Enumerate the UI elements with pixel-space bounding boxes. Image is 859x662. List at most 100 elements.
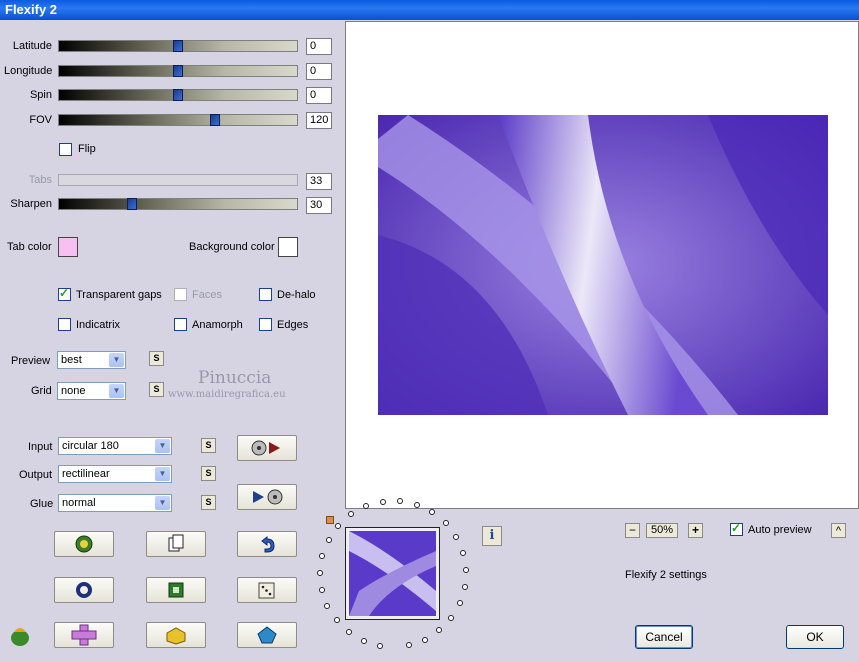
watermark-url: www.maidiregrafica.eu: [168, 389, 286, 400]
input-to-output-button[interactable]: [237, 435, 297, 461]
navigator-dot[interactable]: [319, 552, 326, 559]
grid-save-button[interactable]: S: [149, 382, 164, 397]
indicatrix-checkbox[interactable]: [58, 318, 71, 331]
longitude-label: Longitude: [4, 65, 53, 77]
preview-select[interactable]: best ▼: [57, 351, 126, 369]
glue-save-button[interactable]: S: [201, 495, 216, 510]
cancel-button[interactable]: Cancel: [635, 625, 693, 649]
fov-slider[interactable]: [58, 114, 298, 126]
sharpen-slider-thumb[interactable]: [127, 198, 137, 210]
preview-pane[interactable]: [345, 21, 859, 509]
auto-preview-label: Auto preview: [748, 524, 812, 536]
undo-button[interactable]: [237, 531, 297, 557]
navigator-dot[interactable]: [452, 533, 459, 540]
fov-input[interactable]: 120: [306, 112, 332, 129]
grid-select[interactable]: none ▼: [57, 382, 126, 400]
square-shape-button[interactable]: [146, 577, 206, 603]
navigator-dot[interactable]: [448, 614, 455, 621]
navigator-dot[interactable]: [456, 600, 463, 607]
spin-input[interactable]: 0: [306, 87, 332, 104]
de-halo-checkbox[interactable]: [259, 288, 272, 301]
transparent-gaps-label: Transparent gaps: [76, 289, 162, 301]
tabs-input[interactable]: 33: [306, 173, 332, 190]
sharpen-slider[interactable]: [58, 198, 298, 210]
input-select[interactable]: circular 180 ▼: [58, 437, 172, 455]
input-select-value: circular 180: [62, 440, 119, 452]
navigator-dot[interactable]: [429, 509, 436, 516]
sharpen-label: Sharpen: [10, 198, 52, 210]
navigator-handle[interactable]: [326, 516, 334, 524]
background-color-swatch[interactable]: [278, 237, 298, 257]
navigator-dot[interactable]: [459, 549, 466, 556]
navigator-dot[interactable]: [324, 603, 331, 609]
output-to-input-button[interactable]: [237, 484, 297, 510]
navigator-dot[interactable]: [461, 583, 468, 590]
navigator-dot[interactable]: [422, 636, 428, 643]
fov-label: FOV: [29, 114, 52, 126]
square-icon: [168, 582, 184, 598]
dice-button[interactable]: [237, 577, 297, 603]
spin-slider[interactable]: [58, 89, 298, 101]
navigator-dot[interactable]: [413, 501, 420, 508]
transparent-gaps-checkbox[interactable]: [58, 286, 71, 301]
longitude-input[interactable]: 0: [306, 63, 332, 80]
navigator-dot[interactable]: [317, 569, 323, 576]
output-save-button[interactable]: S: [201, 466, 216, 481]
longitude-slider[interactable]: [58, 65, 298, 77]
collapse-button[interactable]: ^: [831, 523, 846, 538]
edges-checkbox[interactable]: [259, 318, 272, 331]
cross-shape-button[interactable]: [54, 622, 114, 648]
longitude-slider-thumb[interactable]: [173, 65, 183, 77]
disc-arrow-icon: [251, 440, 280, 456]
sharpen-input[interactable]: 30: [306, 197, 332, 214]
navigator-dot[interactable]: [360, 637, 367, 644]
navigator-dot[interactable]: [325, 536, 332, 543]
fov-slider-thumb[interactable]: [210, 114, 220, 126]
latitude-input[interactable]: 0: [306, 38, 332, 55]
circle-shape-button[interactable]: [54, 577, 114, 603]
navigator-dot[interactable]: [462, 566, 469, 573]
zoom-in-button[interactable]: +: [688, 523, 703, 538]
tabs-label: Tabs: [28, 174, 52, 186]
copy-button[interactable]: [146, 531, 206, 557]
navigator-dot[interactable]: [405, 642, 412, 649]
info-button[interactable]: i: [482, 526, 502, 546]
tab-color-label: Tab color: [7, 241, 52, 253]
tab-color-swatch[interactable]: [58, 237, 78, 257]
pentagon-shape-button[interactable]: [237, 622, 297, 648]
input-select-label: Input: [28, 441, 53, 453]
cube-shape-button[interactable]: [146, 622, 206, 648]
navigator-dot[interactable]: [379, 498, 386, 505]
output-select[interactable]: rectilinear ▼: [58, 465, 172, 483]
navigator-dot[interactable]: [333, 617, 340, 624]
chevron-down-icon: ▼: [109, 353, 124, 367]
tabs-slider: [58, 174, 298, 186]
anamorph-label: Anamorph: [192, 319, 243, 331]
latitude-slider[interactable]: [58, 40, 298, 52]
navigator-dot[interactable]: [346, 629, 353, 636]
anamorph-checkbox[interactable]: [174, 318, 187, 331]
latitude-slider-thumb[interactable]: [173, 40, 183, 52]
zoom-out-button[interactable]: −: [625, 523, 640, 538]
navigator-dot[interactable]: [348, 511, 355, 518]
preview-save-button[interactable]: S: [149, 351, 164, 366]
ring-icon: [76, 582, 92, 598]
auto-preview-checkbox[interactable]: [730, 521, 743, 536]
randomize-button[interactable]: [54, 531, 114, 557]
de-halo-label: De-halo: [277, 289, 316, 301]
spin-slider-thumb[interactable]: [173, 89, 183, 101]
flip-checkbox[interactable]: [59, 143, 72, 156]
navigator-dot[interactable]: [377, 642, 384, 649]
navigator-dot[interactable]: [335, 522, 342, 529]
undo-icon: [261, 535, 275, 553]
input-save-button[interactable]: S: [201, 438, 216, 453]
navigator-dot[interactable]: [318, 586, 325, 593]
ok-button[interactable]: OK: [786, 625, 844, 649]
navigator-dot[interactable]: [436, 627, 443, 634]
glue-select[interactable]: normal ▼: [58, 494, 172, 512]
grid-select-label: Grid: [31, 385, 52, 397]
thumbnail-frame[interactable]: [345, 527, 440, 620]
navigator-dot[interactable]: [442, 520, 449, 527]
zoom-level: 50%: [646, 523, 678, 538]
cube-icon: [166, 627, 186, 645]
